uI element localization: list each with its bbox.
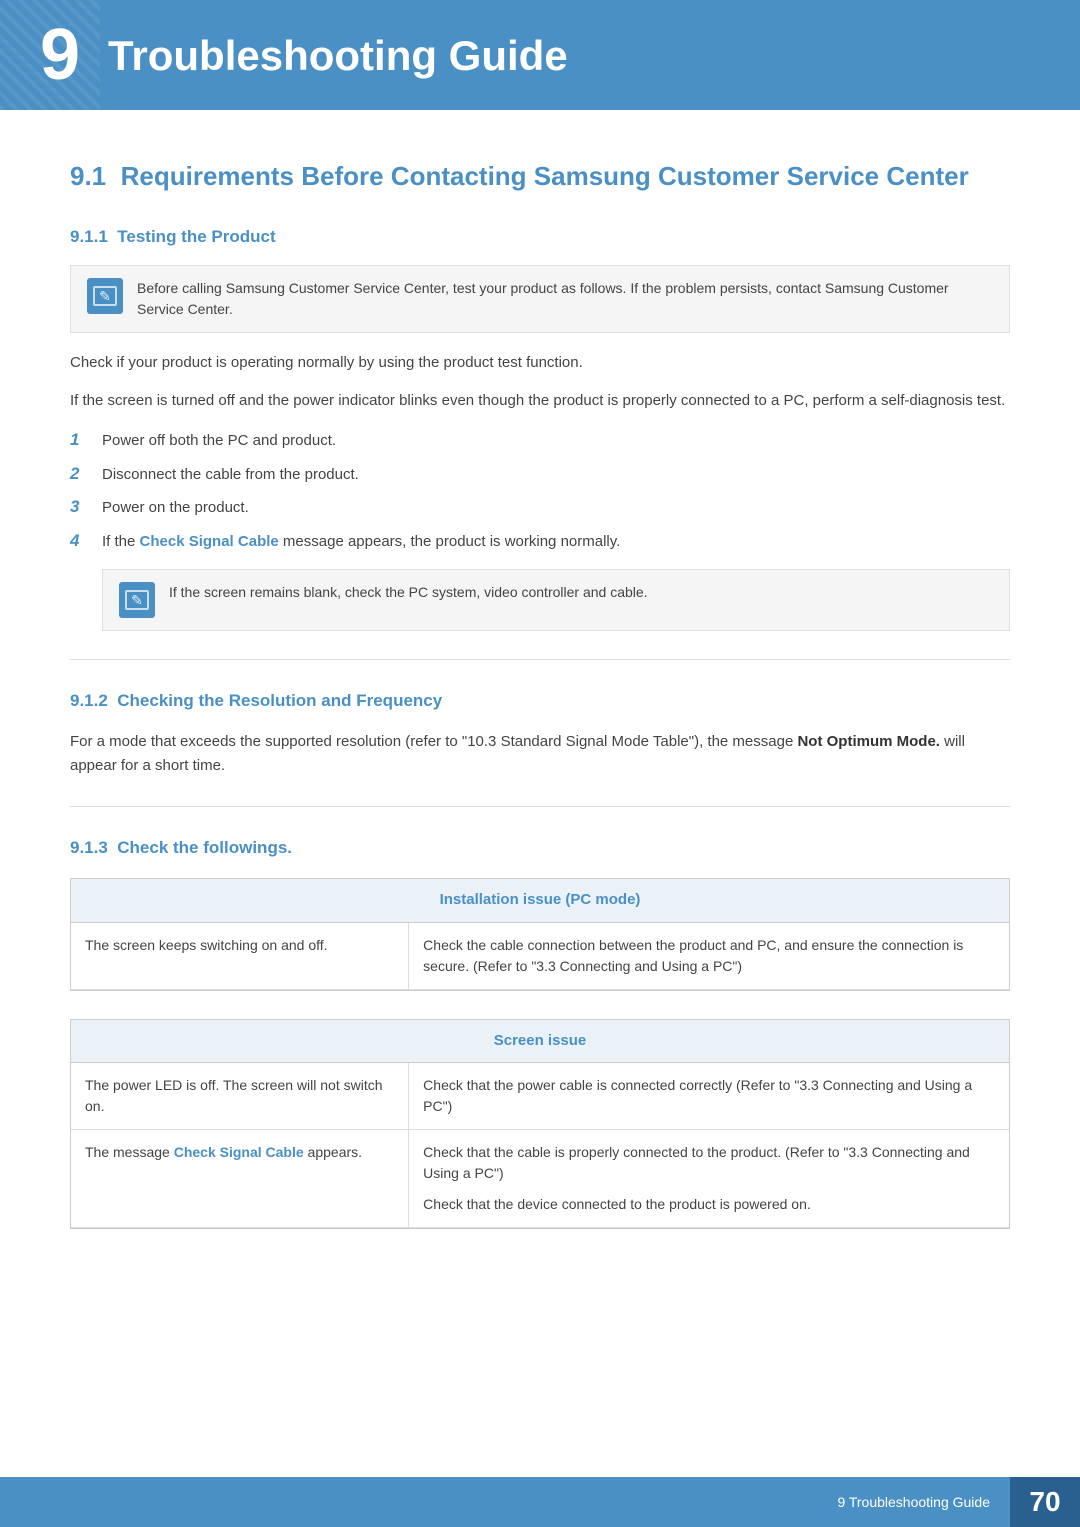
note-icon-1 — [87, 278, 123, 314]
step-2: 2 Disconnect the cable from the product. — [70, 461, 1010, 487]
body-text-9-1-2: For a mode that exceeds the supported re… — [70, 730, 1010, 778]
installation-table-row-1: The screen keeps switching on and off. C… — [71, 922, 1009, 989]
installation-solution-1: Check the cable connection between the p… — [409, 922, 1009, 989]
screen-table-row-1: The power LED is off. The screen will no… — [71, 1063, 1009, 1130]
screen-issue-2: The message Check Signal Cable appears. — [71, 1130, 409, 1228]
divider-1 — [70, 659, 1010, 660]
footer-page-number: 70 — [1010, 1477, 1080, 1527]
step-3: 3 Power on the product. — [70, 494, 1010, 520]
main-content: 9.1 Requirements Before Contacting Samsu… — [0, 110, 1080, 1297]
installation-issue-1: The screen keeps switching on and off. — [71, 922, 409, 989]
table-installation: Installation issue (PC mode) The screen … — [70, 878, 1010, 991]
section-9-1-1: 9.1.1 Testing the Product Before calling… — [70, 224, 1010, 632]
chapter-title: Troubleshooting Guide — [108, 24, 568, 87]
section-9-1-2: 9.1.2 Checking the Resolution and Freque… — [70, 688, 1010, 778]
sub-note: If the screen remains blank, check the P… — [102, 569, 1010, 631]
note-text-2: If the screen remains blank, check the P… — [169, 582, 648, 603]
note-text-1: Before calling Samsung Customer Service … — [137, 278, 993, 320]
step-4: 4 If the Check Signal Cable message appe… — [70, 528, 1010, 554]
screen-issue-1: The power LED is off. The screen will no… — [71, 1063, 409, 1130]
screen-table-header: Screen issue — [71, 1020, 1009, 1063]
footer-text: 9 Troubleshooting Guide — [837, 1492, 1010, 1513]
note-box-2: If the screen remains blank, check the P… — [102, 569, 1010, 631]
section-9-1-title: 9.1 Requirements Before Contacting Samsu… — [70, 160, 1010, 194]
section-9-1-3: 9.1.3 Check the followings. Installation… — [70, 835, 1010, 1230]
installation-table: Installation issue (PC mode) The screen … — [71, 879, 1009, 990]
chapter-number: 9 — [40, 19, 80, 91]
body-text-1: Check if your product is operating norma… — [70, 351, 1010, 375]
screen-table-row-2: The message Check Signal Cable appears. … — [71, 1130, 1009, 1228]
body-text-2: If the screen is turned off and the powe… — [70, 389, 1010, 413]
screen-table: Screen issue The power LED is off. The s… — [71, 1020, 1009, 1229]
subsection-9-1-3-title: 9.1.3 Check the followings. — [70, 835, 1010, 861]
page-header: 9 Troubleshooting Guide — [0, 0, 1080, 110]
page: 9 Troubleshooting Guide 9.1 Requirements… — [0, 0, 1080, 1527]
section-9-1: 9.1 Requirements Before Contacting Samsu… — [70, 160, 1010, 1229]
subsection-9-1-1-title: 9.1.1 Testing the Product — [70, 224, 1010, 250]
note-box-1: Before calling Samsung Customer Service … — [70, 265, 1010, 333]
step-list: 1 Power off both the PC and product. 2 D… — [70, 427, 1010, 553]
step-1: 1 Power off both the PC and product. — [70, 427, 1010, 453]
subsection-9-1-2-title: 9.1.2 Checking the Resolution and Freque… — [70, 688, 1010, 714]
screen-solution-1: Check that the power cable is connected … — [409, 1063, 1009, 1130]
screen-solution-2: Check that the cable is properly connect… — [409, 1130, 1009, 1228]
installation-table-header: Installation issue (PC mode) — [71, 879, 1009, 922]
note-icon-2 — [119, 582, 155, 618]
page-footer: 9 Troubleshooting Guide 70 — [0, 1477, 1080, 1527]
divider-2 — [70, 806, 1010, 807]
table-screen: Screen issue The power LED is off. The s… — [70, 1019, 1010, 1230]
